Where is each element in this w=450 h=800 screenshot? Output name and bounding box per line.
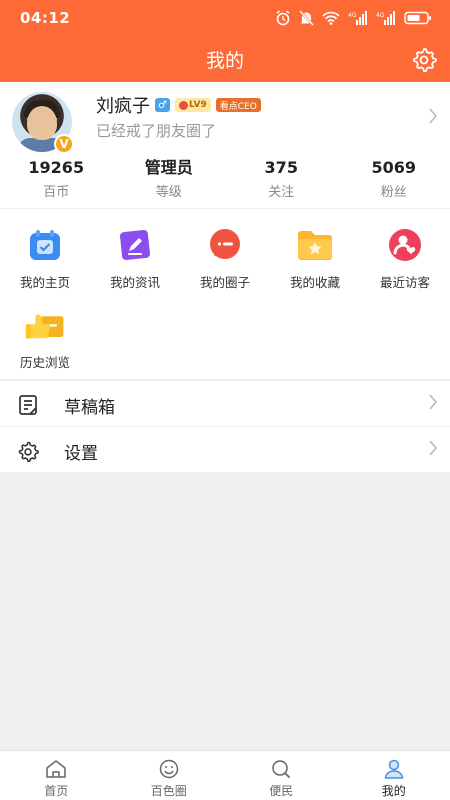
level-badge: LV9 bbox=[175, 98, 211, 112]
homepage-icon bbox=[25, 225, 65, 265]
status-bar: 04:12 4G 4G bbox=[0, 0, 450, 36]
svg-text:4G: 4G bbox=[376, 12, 385, 19]
user-name: 刘疯子 bbox=[96, 96, 150, 117]
list-item-drafts[interactable]: 草稿箱 bbox=[0, 380, 450, 426]
history-thumb-icon bbox=[25, 305, 65, 345]
grid-item-favorites[interactable]: 我的收藏 bbox=[270, 209, 360, 290]
circle-chat-icon bbox=[205, 225, 245, 265]
status-icons: 4G 4G bbox=[275, 10, 432, 26]
settings-list: 草稿箱 设置 bbox=[0, 380, 450, 472]
wifi-icon bbox=[322, 10, 340, 26]
gear-icon bbox=[413, 48, 437, 72]
page-title: 我的 bbox=[205, 50, 244, 72]
mute-bell-icon bbox=[299, 10, 314, 26]
visitor-icon bbox=[385, 225, 425, 265]
chevron-right-icon bbox=[428, 106, 438, 130]
grid-item-news[interactable]: 我的资讯 bbox=[90, 209, 180, 290]
signal-4g-icon: 4G bbox=[348, 10, 368, 26]
stat-level[interactable]: 管理员 等级 bbox=[113, 158, 226, 202]
drafts-icon bbox=[16, 393, 40, 417]
list-label: 设置 bbox=[64, 444, 98, 464]
status-time: 04:12 bbox=[20, 9, 71, 27]
home-icon bbox=[0, 759, 113, 779]
grid-item-circle[interactable]: 我的圈子 bbox=[180, 209, 270, 290]
profile-card[interactable]: V 刘疯子 ♂ LV9 看点CEO 已经戒了朋友圈了 19265 百币 管理员 … bbox=[0, 82, 450, 210]
chevron-right-icon bbox=[428, 438, 438, 462]
grid-label: 我的圈子 bbox=[199, 275, 250, 290]
grid-label: 历史浏览 bbox=[19, 355, 70, 370]
signature: 已经戒了朋友圈了 bbox=[96, 122, 217, 140]
signal-4g-icon-2: 4G bbox=[376, 10, 396, 26]
stat-following[interactable]: 375 关注 bbox=[225, 158, 338, 202]
stats-bar: 19265 百币 管理员 等级 375 关注 5069 粉丝 bbox=[0, 158, 450, 202]
stat-value: 19265 bbox=[28, 158, 85, 177]
list-item-settings[interactable]: 设置 bbox=[0, 426, 450, 472]
tab-mine[interactable]: 我的 bbox=[338, 751, 450, 800]
level-medal-icon bbox=[179, 100, 188, 110]
tab-label: 我的 bbox=[381, 784, 406, 798]
user-icon bbox=[338, 759, 450, 779]
stat-value: 管理员 bbox=[144, 158, 193, 177]
stat-value: 5069 bbox=[371, 158, 417, 177]
stat-label: 百币 bbox=[43, 185, 70, 200]
grid-label: 最近访客 bbox=[379, 275, 430, 290]
grid-label: 我的资讯 bbox=[109, 275, 160, 290]
bottom-tab-bar: 首页 百色圈 便民 我的 bbox=[0, 750, 450, 800]
header: 04:12 4G 4G 我的 bbox=[0, 0, 450, 82]
tab-label: 首页 bbox=[44, 784, 69, 798]
tab-label: 百色圈 bbox=[150, 784, 187, 798]
chevron-right-icon bbox=[428, 392, 438, 416]
svg-text:4G: 4G bbox=[348, 12, 357, 19]
role-badge: 看点CEO bbox=[215, 98, 261, 112]
search-icon bbox=[225, 759, 338, 779]
gear-icon bbox=[16, 439, 40, 463]
stat-label: 粉丝 bbox=[380, 185, 407, 200]
tab-services[interactable]: 便民 bbox=[225, 751, 338, 800]
tab-home[interactable]: 首页 bbox=[0, 751, 113, 800]
stat-followers[interactable]: 5069 粉丝 bbox=[338, 158, 450, 202]
battery-icon bbox=[404, 10, 432, 26]
settings-button[interactable] bbox=[410, 45, 438, 73]
alarm-icon bbox=[275, 10, 291, 26]
grid-item-visitors[interactable]: 最近访客 bbox=[360, 209, 450, 290]
grid-label: 我的收藏 bbox=[289, 275, 340, 290]
feature-grid: 我的主页 我的资讯 我的圈子 我的收藏 最近访客 历史浏览 bbox=[0, 209, 450, 379]
list-label: 草稿箱 bbox=[64, 398, 115, 418]
gender-male-icon: ♂ bbox=[155, 98, 170, 112]
grid-item-homepage[interactable]: 我的主页 bbox=[0, 209, 90, 290]
grid-item-history[interactable]: 历史浏览 bbox=[0, 289, 90, 370]
stat-value: 375 bbox=[264, 158, 298, 177]
stat-coins[interactable]: 19265 百币 bbox=[0, 158, 113, 202]
favorite-folder-icon bbox=[295, 225, 335, 265]
stat-label: 关注 bbox=[268, 185, 295, 200]
tab-label: 便民 bbox=[269, 784, 294, 798]
verified-badge: V bbox=[54, 134, 74, 154]
smile-icon bbox=[113, 759, 226, 779]
level-text: LV9 bbox=[189, 100, 207, 110]
stat-label: 等级 bbox=[155, 185, 182, 200]
news-edit-icon bbox=[115, 225, 155, 265]
avatar[interactable]: V bbox=[12, 92, 74, 154]
name-row: 刘疯子 ♂ LV9 看点CEO bbox=[96, 92, 261, 118]
tab-circle[interactable]: 百色圈 bbox=[113, 751, 226, 800]
